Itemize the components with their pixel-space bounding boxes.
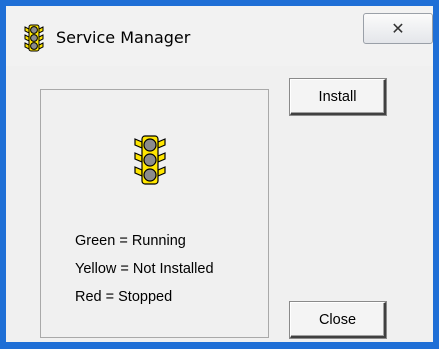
- install-button[interactable]: Install: [290, 79, 386, 115]
- traffic-light-icon: [23, 24, 45, 52]
- legend-yellow-not-installed: Yellow = Not Installed: [75, 261, 214, 277]
- legend-red-stopped: Red = Stopped: [75, 289, 173, 305]
- window-frame: Service Manager ✕ Green = Running Yellow…: [0, 0, 439, 349]
- window-title: Service Manager: [56, 28, 191, 47]
- window-close-button[interactable]: ✕: [363, 13, 433, 44]
- legend-green-running: Green = Running: [75, 233, 186, 249]
- title-bar[interactable]: Service Manager ✕: [6, 6, 433, 66]
- close-icon: ✕: [391, 19, 405, 38]
- dialog-client-area: Green = Running Yellow = Not Installed R…: [6, 66, 433, 342]
- traffic-light-icon: [134, 135, 166, 185]
- close-button[interactable]: Close: [290, 302, 386, 338]
- status-panel: Green = Running Yellow = Not Installed R…: [40, 89, 269, 338]
